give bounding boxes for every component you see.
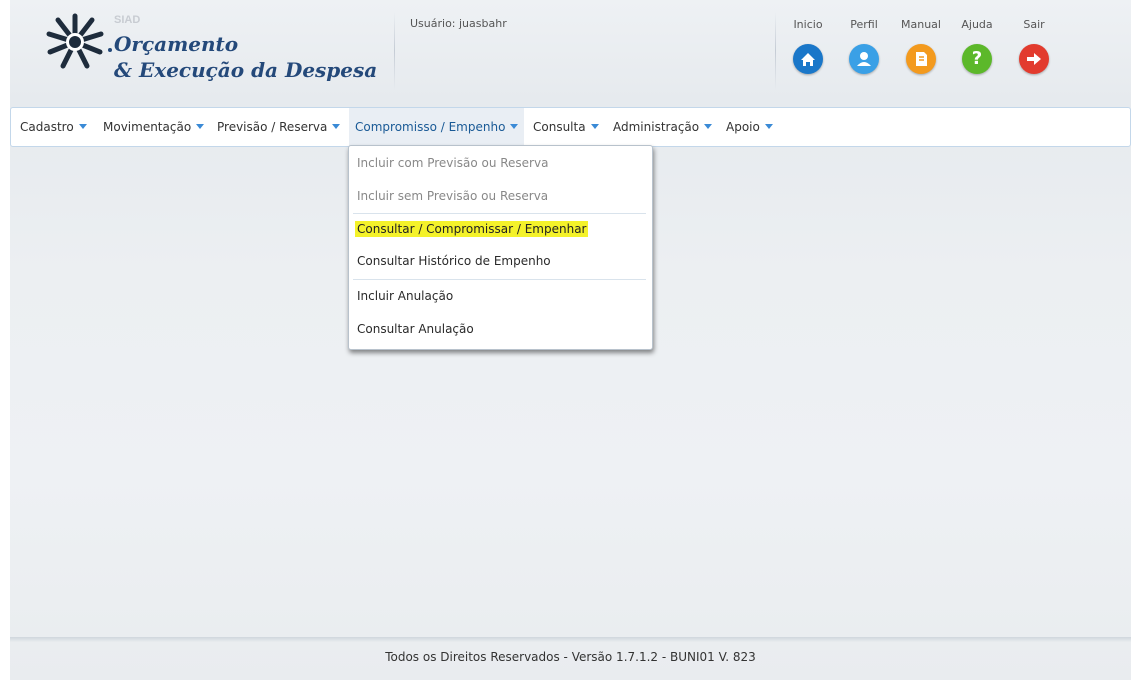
menu-consulta-label: Consulta [533, 120, 586, 134]
chevron-down-icon [332, 124, 341, 129]
menu-administracao[interactable]: Administração [609, 108, 716, 146]
chevron-down-icon [590, 124, 599, 129]
user-icon[interactable] [849, 44, 879, 74]
nav-sair-button[interactable]: Sair [1006, 18, 1062, 74]
nav-manual-label: Manual [901, 18, 941, 31]
nav-perfil-label: Perfil [850, 18, 878, 31]
system-label: SIAD [114, 14, 141, 26]
nav-ajuda-button[interactable]: Ajuda ? [949, 18, 1005, 74]
header: SIAD Orçamento & Execução da Despesa Usu… [10, 0, 1131, 105]
dropdown-item-incluir-anulacao[interactable]: Incluir Anulação [357, 289, 453, 303]
chevron-down-icon [78, 124, 87, 129]
menu-cadastro-label: Cadastro [20, 120, 74, 134]
nav-manual-button[interactable]: Manual [893, 18, 949, 74]
menu-movimentacao[interactable]: Movimentação [99, 108, 208, 146]
content-bottom-edge [10, 637, 1131, 642]
header-divider [775, 12, 776, 90]
menu-previsao-reserva-label: Previsão / Reserva [217, 120, 328, 134]
nav-ajuda-label: Ajuda [961, 18, 993, 31]
chevron-down-icon [196, 124, 205, 129]
dropdown-item-consultar-compromissar-empenhar[interactable]: Consultar / Compromissar / Empenhar [355, 221, 589, 237]
nav-perfil-button[interactable]: Perfil [836, 18, 892, 74]
title-dot [108, 48, 112, 52]
compromisso-dropdown-menu: Incluir com Previsão ou Reserva Incluir … [348, 145, 653, 350]
dropdown-item-consultar-historico[interactable]: Consultar Histórico de Empenho [357, 254, 551, 268]
chevron-down-icon [510, 124, 519, 129]
menu-cadastro[interactable]: Cadastro [16, 108, 91, 146]
logo-icon [46, 13, 104, 69]
nav-inicio-label: Inicio [793, 18, 823, 31]
home-icon[interactable] [793, 44, 823, 74]
menu-compromisso-empenho-label: Compromisso / Empenho [355, 120, 506, 134]
menu-apoio[interactable]: Apoio [722, 108, 777, 146]
nav-inicio-button[interactable]: Inicio [780, 18, 836, 74]
header-divider [394, 12, 395, 90]
chevron-down-icon [704, 124, 713, 129]
menu-administracao-label: Administração [613, 120, 700, 134]
menu-previsao-reserva[interactable]: Previsão / Reserva [213, 108, 344, 146]
menu-compromisso-empenho[interactable]: Compromisso / Empenho [349, 108, 525, 146]
dropdown-divider [353, 279, 646, 280]
menu-movimentacao-label: Movimentação [103, 120, 192, 134]
menu-apoio-label: Apoio [726, 120, 760, 134]
document-icon[interactable] [906, 44, 936, 74]
exit-icon[interactable] [1019, 44, 1049, 74]
help-icon[interactable]: ? [962, 44, 992, 74]
app-title-line2: & Execução da Despesa [114, 58, 378, 82]
footer-text: Todos os Direitos Reservados - Versão 1.… [385, 650, 756, 664]
dropdown-item-incluir-sem-previsao[interactable]: Incluir sem Previsão ou Reserva [357, 189, 548, 203]
user-label: Usuário: juasbahr [410, 17, 507, 30]
main-menu-bar: Cadastro Movimentação Previsão / Reserva… [10, 107, 1131, 147]
app-title-line1: Orçamento [114, 32, 239, 56]
menu-consulta[interactable]: Consulta [529, 108, 603, 146]
dropdown-item-incluir-com-previsao[interactable]: Incluir com Previsão ou Reserva [357, 156, 548, 170]
dropdown-divider [353, 213, 646, 214]
nav-sair-label: Sair [1023, 18, 1045, 31]
page-frame: SIAD Orçamento & Execução da Despesa Usu… [10, 0, 1131, 680]
dropdown-item-consultar-anulacao[interactable]: Consultar Anulação [357, 322, 474, 336]
chevron-down-icon [764, 124, 773, 129]
